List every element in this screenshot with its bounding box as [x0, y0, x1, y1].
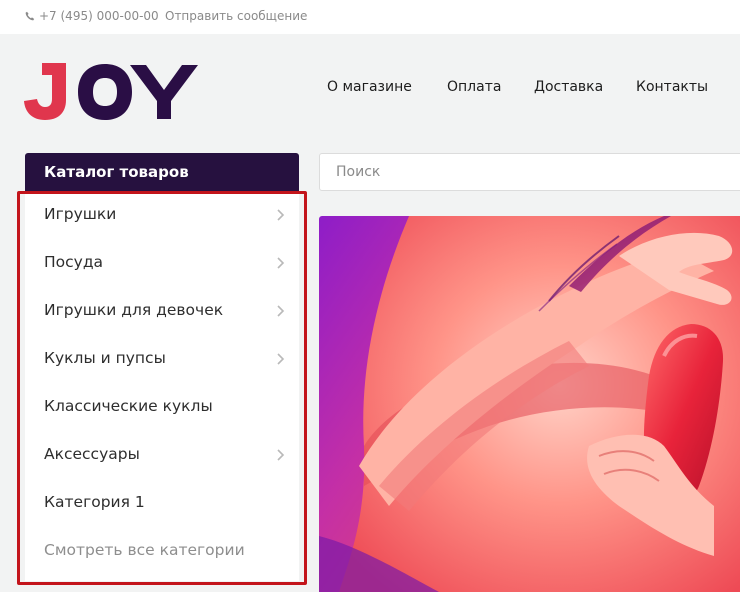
catalog-header[interactable]: Каталог товаров — [25, 153, 299, 191]
banner-illustration — [319, 216, 740, 592]
phone-icon — [25, 11, 35, 21]
search-box — [319, 153, 740, 191]
nav-contacts[interactable]: Контакты — [636, 79, 708, 95]
logo[interactable] — [24, 63, 200, 121]
search-input[interactable] — [320, 154, 740, 190]
catalog-title: Каталог товаров — [44, 163, 189, 181]
top-bar: +7 (495) 000-00-00 Отправить сообщение — [0, 0, 740, 34]
hero-banner-image[interactable] — [319, 216, 740, 592]
send-message-link[interactable]: Отправить сообщение — [165, 9, 307, 23]
nav-payment[interactable]: Оплата — [447, 79, 501, 95]
phone-number: +7 (495) 000-00-00 — [39, 9, 159, 23]
nav-about[interactable]: О магазине — [327, 79, 412, 95]
phone-contact[interactable]: +7 (495) 000-00-00 — [25, 9, 159, 23]
nav-delivery[interactable]: Доставка — [534, 79, 603, 95]
highlight-frame — [17, 191, 307, 585]
logo-mark — [24, 63, 198, 120]
